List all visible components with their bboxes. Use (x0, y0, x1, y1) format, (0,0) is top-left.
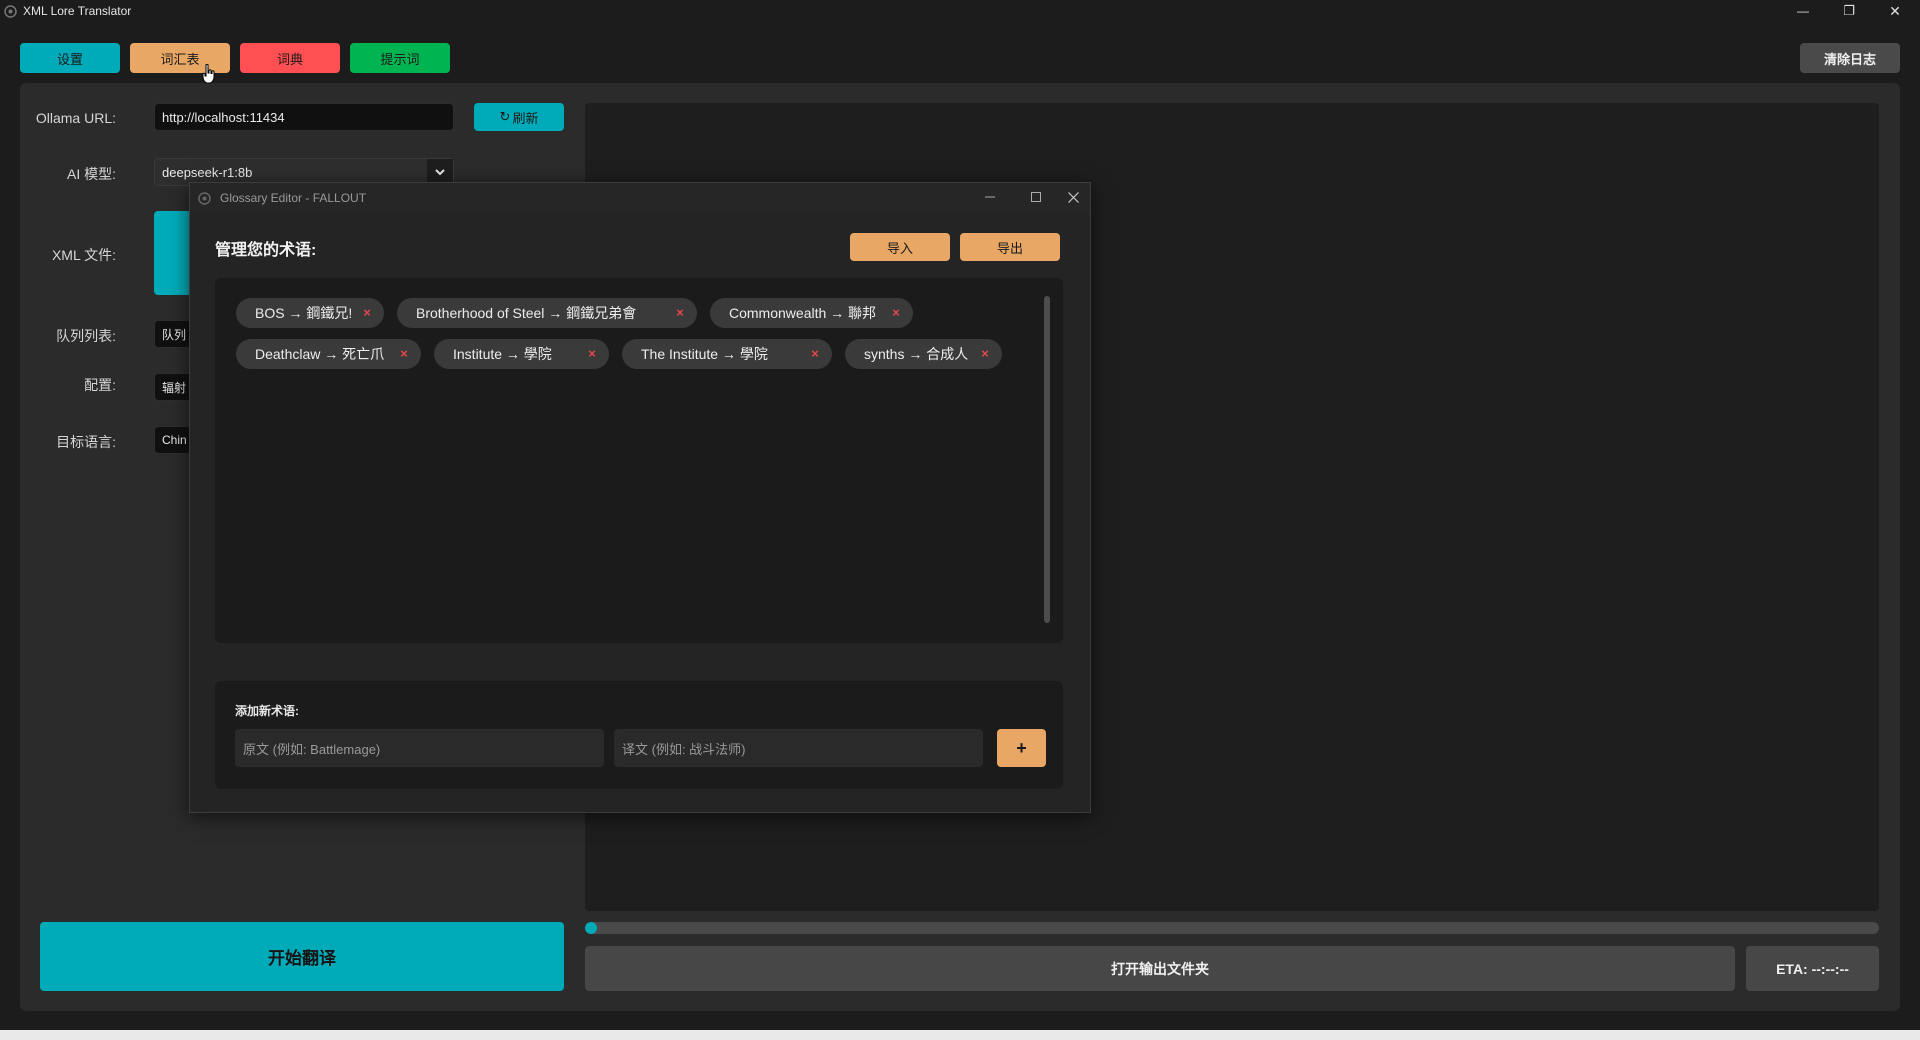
queue-value: 队列 (162, 327, 187, 342)
remove-term-icon[interactable]: × (808, 346, 822, 362)
export-button[interactable]: 导出 (960, 233, 1060, 261)
start-translation-label: 开始翻译 (268, 949, 336, 968)
queue-select[interactable]: 队列 (154, 320, 194, 348)
term-text: Brotherhood of Steel → 鋼鐵兄弟會 (416, 305, 637, 321)
add-term-button[interactable]: + (997, 729, 1046, 767)
remove-term-icon[interactable]: × (360, 305, 374, 321)
plus-icon: + (1016, 737, 1027, 758)
term-chip: Brotherhood of Steel → 鋼鐵兄弟會 × (397, 298, 697, 328)
ollama-url-value: http://localhost:11434 (162, 109, 285, 125)
refresh-label: 刷新 (512, 110, 539, 126)
term-chip: Deathclaw → 死亡爪 × (236, 339, 421, 369)
dialog-title-bar: Glossary Editor - FALLOUT (190, 183, 1090, 213)
app-icon (4, 5, 17, 18)
term-chip: Institute → 學院 × (434, 339, 609, 369)
terms-container: BOS → 鋼鐵兄! × Brotherhood of Steel → 鋼鐵兄弟… (215, 278, 1063, 643)
term-text: BOS → 鋼鐵兄! (255, 305, 353, 321)
term-chip: synths → 合成人 × (845, 339, 1002, 369)
remove-term-icon[interactable]: × (673, 305, 687, 321)
glossary-heading: 管理您的术语: (215, 242, 317, 259)
open-output-folder-label: 打开输出文件夹 (1111, 960, 1209, 977)
remove-term-icon[interactable]: × (397, 346, 411, 362)
term-text: The Institute → 學院 (641, 346, 768, 362)
dialog-title: Glossary Editor - FALLOUT (220, 191, 367, 205)
mouse-cursor-icon (202, 64, 215, 84)
progress-fill (585, 922, 597, 934)
dialog-minimize-button[interactable] (970, 185, 1010, 209)
refresh-button[interactable]: ↻ 刷新 (474, 103, 564, 131)
close-icon (1067, 191, 1079, 203)
minimize-button[interactable]: — (1780, 0, 1826, 22)
term-chip: BOS → 鋼鐵兄! × (236, 298, 384, 328)
remove-term-icon[interactable]: × (585, 346, 599, 362)
glossary-label: 词汇表 (160, 51, 200, 67)
term-text: Commonwealth → 聯邦 (729, 305, 877, 321)
term-chip: Commonwealth → 聯邦 × (710, 298, 913, 328)
remove-term-icon[interactable]: × (889, 305, 903, 321)
dictionary-label: 词典 (276, 51, 303, 67)
term-text: Deathclaw → 死亡爪 (255, 346, 385, 362)
eta-label: ETA: --:--:-- (1776, 960, 1849, 977)
target-term-input[interactable]: 译文 (例如: 战斗法师) (614, 729, 983, 767)
xml-file-label: XML 文件: (51, 247, 116, 263)
ollama-url-input[interactable]: http://localhost:11434 (154, 103, 454, 131)
maximize-icon (1031, 192, 1041, 202)
ollama-url-label: Ollama URL: (35, 110, 116, 126)
term-chip: The Institute → 學院 × (622, 339, 832, 369)
term-text: synths → 合成人 (864, 346, 969, 362)
target-term-placeholder: 译文 (例如: 战斗法师) (622, 741, 746, 757)
import-button[interactable]: 导入 (850, 233, 950, 261)
dictionary-button[interactable]: 词典 (240, 43, 340, 73)
terms-scrollbar[interactable] (1044, 296, 1050, 623)
eta-display: ETA: --:--:-- (1746, 946, 1879, 991)
config-select[interactable]: 辐射 (154, 373, 194, 401)
prompt-button[interactable]: 提示词 (350, 43, 450, 73)
dialog-maximize-button[interactable] (1016, 185, 1056, 209)
target-language-value: Chin (162, 433, 187, 447)
start-translation-button[interactable]: 开始翻译 (40, 922, 564, 991)
app-icon (198, 192, 211, 205)
restore-icon: ❐ (1843, 3, 1855, 18)
xml-file-button[interactable] (154, 211, 194, 295)
restore-button[interactable]: ❐ (1826, 0, 1872, 22)
window-title: XML Lore Translator (23, 4, 132, 18)
close-icon: ✕ (1889, 2, 1901, 19)
open-output-folder-button[interactable]: 打开输出文件夹 (585, 946, 1735, 991)
ai-model-label: AI 模型: (66, 166, 116, 182)
title-bar: XML Lore Translator — ❐ ✕ (0, 0, 1920, 22)
minimize-icon (985, 196, 995, 198)
settings-button[interactable]: 设置 (20, 43, 120, 73)
target-language-label: 目标语言: (56, 434, 116, 450)
import-label: 导入 (886, 240, 913, 256)
taskbar-strip (0, 1030, 1920, 1040)
prompt-label: 提示词 (380, 51, 420, 67)
dialog-close-button[interactable] (1055, 185, 1091, 209)
add-term-label: 添加新术语: (235, 704, 299, 718)
queue-label: 队列列表: (56, 328, 116, 344)
add-term-section: 添加新术语: 原文 (例如: Battlemage) 译文 (例如: 战斗法师)… (215, 681, 1063, 789)
target-language-select[interactable]: Chin (154, 426, 194, 454)
clear-log-button[interactable]: 清除日志 (1800, 43, 1900, 73)
source-term-placeholder: 原文 (例如: Battlemage) (243, 741, 381, 757)
minimize-icon: — (1797, 4, 1809, 18)
config-label: 配置: (84, 377, 116, 393)
ai-model-value: deepseek-r1:8b (162, 164, 253, 180)
settings-label: 设置 (56, 51, 83, 67)
source-term-input[interactable]: 原文 (例如: Battlemage) (235, 729, 604, 767)
refresh-icon: ↻ (499, 109, 511, 124)
remove-term-icon[interactable]: × (978, 346, 992, 362)
progress-bar (585, 922, 1879, 934)
term-text: Institute → 學院 (453, 346, 552, 362)
close-button[interactable]: ✕ (1872, 0, 1918, 22)
clear-log-label: 清除日志 (1823, 51, 1876, 67)
export-label: 导出 (996, 240, 1023, 256)
glossary-editor-dialog: Glossary Editor - FALLOUT 管理您的术语: 导入 导出 … (189, 182, 1091, 813)
config-value: 辐射 (162, 380, 187, 395)
